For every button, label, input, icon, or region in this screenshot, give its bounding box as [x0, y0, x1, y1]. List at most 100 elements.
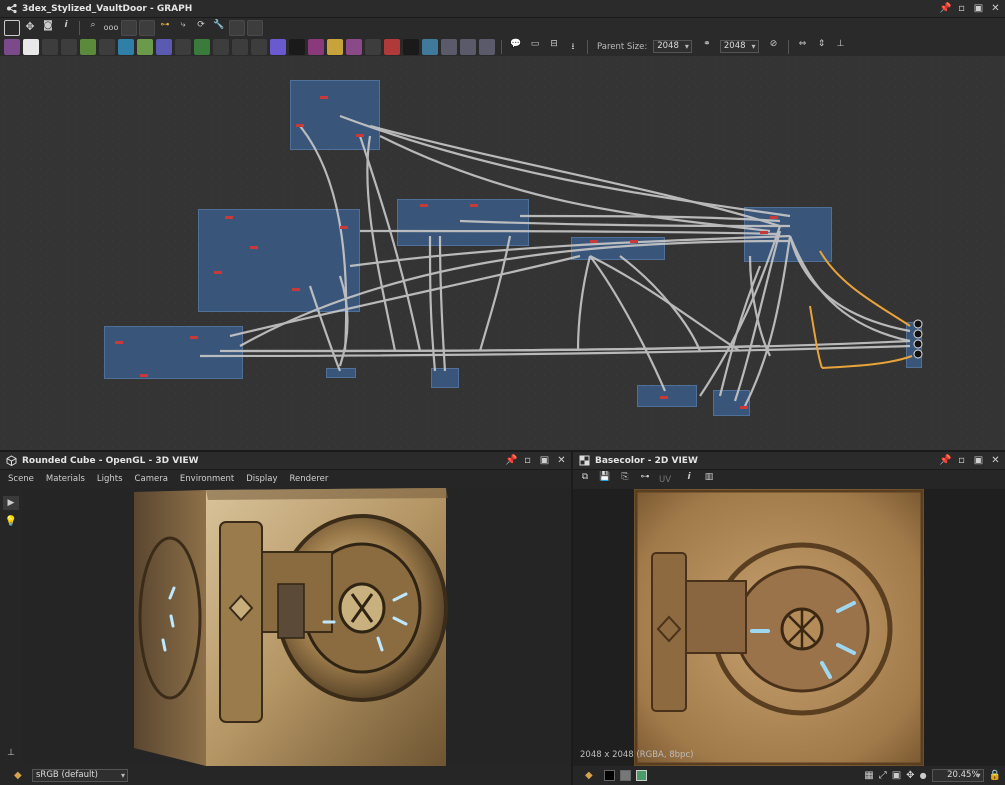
node-noise-icon[interactable]: [289, 38, 305, 55]
graph-canvas[interactable]: [0, 56, 1005, 450]
link-size-icon[interactable]: ⚭: [699, 39, 715, 55]
node-transform-icon[interactable]: [118, 38, 134, 55]
zoom-field[interactable]: 20.45%: [931, 769, 984, 782]
graph-toolbar-top: ✥ ◙ i ⌕ ooo ⊶ ⤷ ⟳ 🔧: [0, 18, 1005, 37]
pin-icon[interactable]: 📌: [939, 3, 951, 14]
axis-icon[interactable]: ⊥: [4, 748, 18, 762]
node-drop-icon[interactable]: [42, 38, 58, 55]
minimize-icon[interactable]: ▫: [956, 3, 967, 14]
crop-icon[interactable]: [247, 19, 263, 36]
close-icon[interactable]: ✕: [990, 455, 1001, 466]
node-frame3-icon[interactable]: [460, 38, 476, 55]
toolbar-separator: [787, 39, 789, 54]
snapshot-icon[interactable]: [229, 19, 245, 36]
menu-display[interactable]: Display: [246, 474, 277, 484]
node-frame1-icon[interactable]: [422, 38, 438, 55]
node-frame4-icon[interactable]: [479, 38, 495, 55]
node-select-icon[interactable]: [365, 38, 381, 55]
align-h-icon[interactable]: ⇔: [795, 39, 811, 55]
light-tool-icon[interactable]: 💡: [3, 516, 19, 530]
output-icon[interactable]: ⊟: [546, 39, 562, 55]
node-levels-icon[interactable]: [213, 38, 229, 55]
layout-icon[interactable]: [121, 19, 137, 36]
pan-icon[interactable]: ✥: [906, 770, 914, 781]
node-sphere-icon[interactable]: [232, 38, 248, 55]
node-uniform-icon[interactable]: [23, 38, 39, 55]
menu-renderer[interactable]: Renderer: [290, 474, 329, 484]
view2d-viewport[interactable]: 2048 x 2048 (RGBA, 8bpc): [573, 489, 1005, 766]
branch-icon[interactable]: ⤷: [175, 20, 191, 36]
camera-tool-icon[interactable]: ▶: [3, 496, 19, 510]
fit-icon[interactable]: ⤢: [879, 770, 887, 781]
node-normal-icon[interactable]: [270, 38, 286, 55]
connect-icon[interactable]: ⊶: [157, 20, 173, 36]
maximize-icon[interactable]: ▣: [973, 455, 984, 466]
pin-icon[interactable]: 📌: [505, 455, 517, 466]
wrench-icon[interactable]: 🔧: [211, 20, 227, 36]
node-text-icon[interactable]: [346, 38, 362, 55]
grid-icon[interactable]: [139, 19, 155, 36]
align-v-icon[interactable]: ⇕: [814, 39, 830, 55]
menu-camera[interactable]: Camera: [135, 474, 168, 484]
uv-label[interactable]: UV: [659, 475, 671, 485]
node-curve-icon[interactable]: [80, 38, 96, 55]
node-histogram-icon[interactable]: [251, 38, 267, 55]
menu-environment[interactable]: Environment: [180, 474, 234, 484]
copy-icon[interactable]: ⧉: [577, 472, 593, 488]
info-icon[interactable]: i: [681, 472, 697, 488]
frame-icon[interactable]: ▣: [892, 770, 901, 781]
node-warning-icon[interactable]: [327, 38, 343, 55]
minimize-icon[interactable]: ▫: [522, 455, 533, 466]
duplicate-icon[interactable]: ⎘: [617, 472, 633, 488]
maximize-icon[interactable]: ▣: [539, 455, 550, 466]
node-blur-icon[interactable]: [137, 38, 153, 55]
pin-node-icon[interactable]: ⭳: [565, 39, 581, 55]
node-shuffle-icon[interactable]: [61, 38, 77, 55]
camera-icon[interactable]: ◙: [40, 20, 56, 36]
colorspace-select[interactable]: sRGB (default): [32, 769, 128, 782]
node-gradient-icon[interactable]: [99, 38, 115, 55]
output-size-select[interactable]: 2048: [719, 40, 759, 53]
histogram-icon[interactable]: ▥: [701, 472, 717, 488]
menu-lights[interactable]: Lights: [97, 474, 123, 484]
gray-bg-icon[interactable]: [620, 770, 631, 781]
node-blend-icon[interactable]: [175, 38, 191, 55]
node-add-icon[interactable]: [194, 38, 210, 55]
node-circle-icon[interactable]: [156, 38, 172, 55]
pan-icon[interactable]: ✥: [22, 20, 38, 36]
maximize-icon[interactable]: ▣: [973, 3, 984, 14]
node-color-icon[interactable]: [4, 38, 20, 55]
view3d-viewport[interactable]: [22, 488, 571, 766]
checker-bg-icon[interactable]: [636, 770, 647, 781]
refresh-icon[interactable]: ⟳: [193, 20, 209, 36]
search-icon[interactable]: ⌕: [85, 20, 101, 36]
link-icon[interactable]: ooo: [103, 20, 119, 36]
reset-size-icon[interactable]: ⊘: [766, 39, 782, 55]
minimize-icon[interactable]: ▫: [956, 455, 967, 466]
zoom-dot-icon[interactable]: ●: [920, 771, 927, 780]
layers-icon[interactable]: ◆: [14, 770, 28, 782]
menu-scene[interactable]: Scene: [8, 474, 34, 484]
frame-all-icon[interactable]: [4, 19, 20, 36]
info-icon[interactable]: i: [58, 20, 74, 36]
grid-toggle-icon[interactable]: ▦: [864, 770, 873, 781]
save-icon[interactable]: 💾: [597, 472, 613, 488]
node-frame2-icon[interactable]: [441, 38, 457, 55]
black-bg-icon[interactable]: [604, 770, 615, 781]
close-icon[interactable]: ✕: [990, 3, 1001, 14]
close-icon[interactable]: ✕: [556, 455, 567, 466]
channels-icon[interactable]: ⊶: [637, 472, 653, 488]
pin-icon[interactable]: 📌: [939, 455, 951, 466]
node-fill-icon[interactable]: [384, 38, 400, 55]
frame-node-icon[interactable]: ▭: [527, 39, 543, 55]
parent-size-select[interactable]: 2048: [653, 40, 692, 53]
node-warp-icon[interactable]: [308, 38, 324, 55]
node-binary-icon[interactable]: [403, 38, 419, 55]
distribute-icon[interactable]: ⊥: [833, 39, 849, 55]
view3d-title: Rounded Cube - OpenGL - 3D VIEW: [22, 455, 199, 466]
menu-materials[interactable]: Materials: [46, 474, 85, 484]
graph-icon: [6, 3, 17, 14]
lock-icon[interactable]: 🔒: [989, 770, 1001, 781]
comment-icon[interactable]: 💬: [508, 39, 524, 55]
layers-icon[interactable]: ◆: [585, 770, 599, 782]
